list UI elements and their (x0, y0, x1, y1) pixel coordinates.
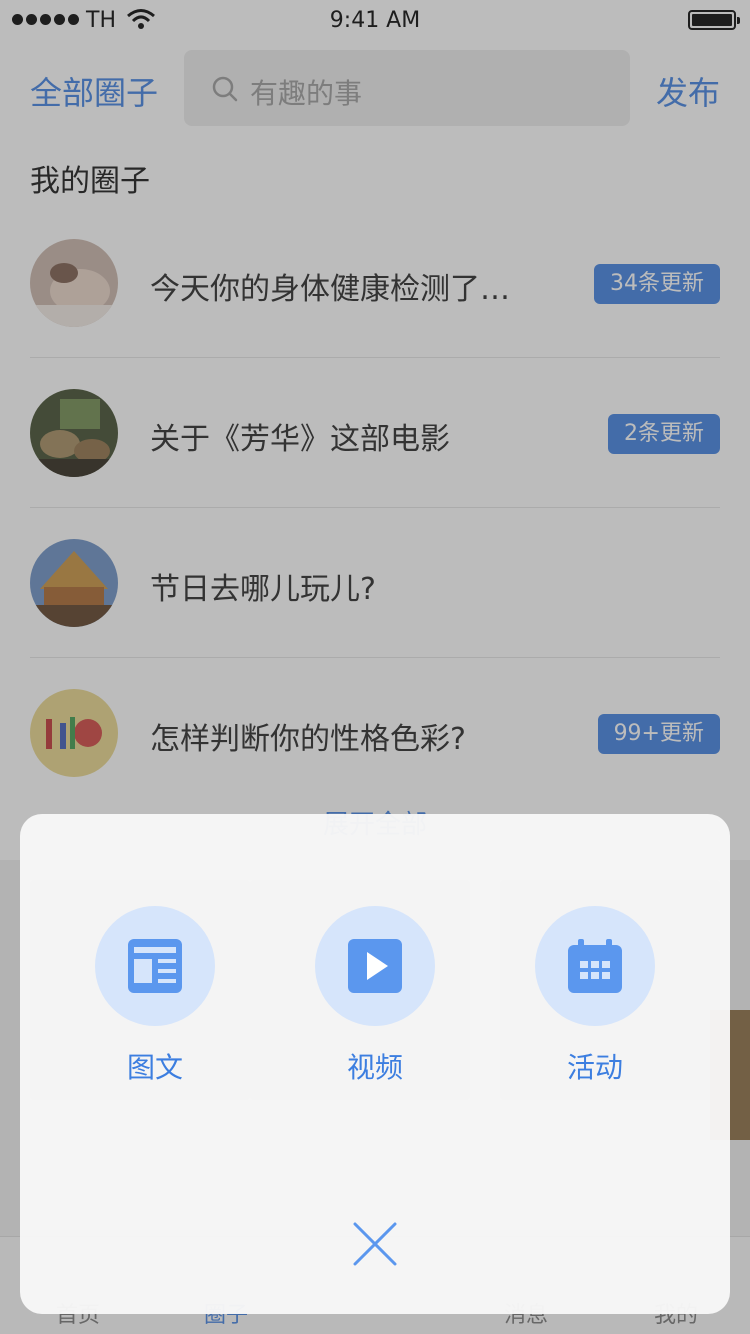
close-icon[interactable] (345, 1214, 405, 1274)
action-label: 活动 (566, 1051, 623, 1084)
video-icon-bg (315, 906, 435, 1026)
action-label: 图文 (126, 1051, 183, 1084)
article-icon-bg (95, 906, 215, 1026)
article-icon (128, 939, 182, 993)
calendar-icon (568, 939, 622, 993)
calendar-icon-bg (535, 906, 655, 1026)
action-event[interactable]: 活动 (535, 906, 655, 1086)
action-video[interactable]: 视频 (315, 906, 435, 1086)
action-article[interactable]: 图文 (95, 906, 215, 1086)
video-play-icon (348, 939, 402, 993)
publish-action-sheet: 图文 视频 活动 (20, 814, 730, 1314)
action-label: 视频 (346, 1051, 403, 1084)
circles-screen: TH 9:41 AM 全部圈子 有趣的事 发布 我的圈子 今天你的身体健康检测了… (0, 0, 750, 1334)
